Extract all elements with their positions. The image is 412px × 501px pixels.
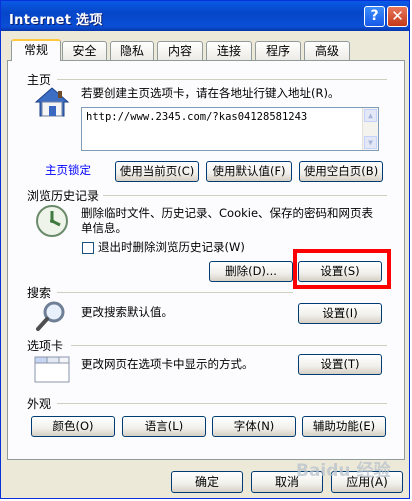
delete-on-exit-label: 退出时删除浏览历史记录(W)	[98, 240, 245, 254]
accessibility-button[interactable]: 辅助功能(E)	[302, 416, 386, 437]
tab-general[interactable]: 常规	[11, 39, 61, 61]
tabs-description: 更改网页在选项卡中显示的方式。	[81, 357, 254, 371]
homepage-divider	[57, 79, 387, 80]
title-bar[interactable]: Internet 选项 ? ✕	[1, 1, 409, 31]
house-icon	[34, 87, 70, 117]
colors-button[interactable]: 颜色(O)	[31, 416, 115, 437]
delete-history-button[interactable]: 删除(D)...	[209, 261, 293, 282]
help-button[interactable]: ?	[364, 6, 385, 27]
homepage-url-scrollbar[interactable]: ▲ ▼	[362, 108, 378, 150]
homepage-url-input[interactable]: http://www.2345.com/?kas04128581243 ▲ ▼	[81, 107, 379, 151]
delete-on-exit-checkbox[interactable]	[82, 242, 94, 254]
search-divider	[57, 292, 293, 293]
homepage-url-value: http://www.2345.com/?kas04128581243	[86, 111, 308, 123]
close-button[interactable]: ✕	[387, 6, 408, 27]
internet-options-dialog: Internet 选项 ? ✕ 常规 安全 隐私 内容 连接 程序 高级 主页 …	[0, 0, 410, 499]
tab-advanced[interactable]: 高级	[304, 41, 350, 60]
tab-privacy[interactable]: 隐私	[110, 41, 154, 60]
languages-button[interactable]: 语言(L)	[122, 416, 206, 437]
tabs-section-label: 选项卡	[27, 339, 64, 353]
tabs-divider	[71, 345, 387, 346]
fonts-button[interactable]: 字体(N)	[212, 416, 296, 437]
tab-strip: 常规 安全 隐私 内容 连接 程序 高级	[7, 39, 407, 61]
use-current-page-button[interactable]: 使用当前页(C)	[115, 161, 199, 182]
scroll-up-arrow-icon[interactable]: ▲	[364, 109, 377, 122]
ok-button[interactable]: 确定	[171, 471, 243, 493]
tabs-settings-button[interactable]: 设置(T)	[298, 354, 382, 375]
history-divider	[103, 195, 387, 196]
history-section-label: 浏览历史记录	[27, 189, 100, 203]
window-title: Internet 选项	[9, 13, 103, 28]
red-highlight-box	[293, 249, 391, 289]
use-blank-page-button[interactable]: 使用空白页(B)	[299, 161, 383, 182]
search-description: 更改搜索默认值。	[81, 305, 173, 319]
use-default-button[interactable]: 使用默认值(F)	[206, 161, 292, 182]
appearance-divider	[57, 403, 387, 404]
tab-connections[interactable]: 连接	[206, 41, 252, 60]
magnifier-icon	[36, 301, 65, 331]
history-clock-icon	[36, 205, 68, 237]
search-settings-button[interactable]: 设置(I)	[298, 303, 382, 324]
tab-security[interactable]: 安全	[62, 41, 107, 60]
homepage-description: 若要创建主页选项卡，请在各地址行键入地址(R)。	[81, 86, 340, 100]
history-description: 删除临时文件、历史记录、Cookie、保存的密码和网页表单信息。	[81, 206, 374, 235]
appearance-section-label: 外观	[27, 397, 52, 411]
scroll-down-arrow-icon[interactable]: ▼	[364, 136, 377, 149]
tabs-window-icon	[34, 356, 70, 383]
tab-content[interactable]: 内容	[157, 41, 203, 60]
tab-programs[interactable]: 程序	[255, 41, 301, 60]
homepage-lock-link[interactable]: 主页锁定	[45, 163, 91, 178]
baidu-watermark: Baidu 经验	[296, 461, 391, 481]
